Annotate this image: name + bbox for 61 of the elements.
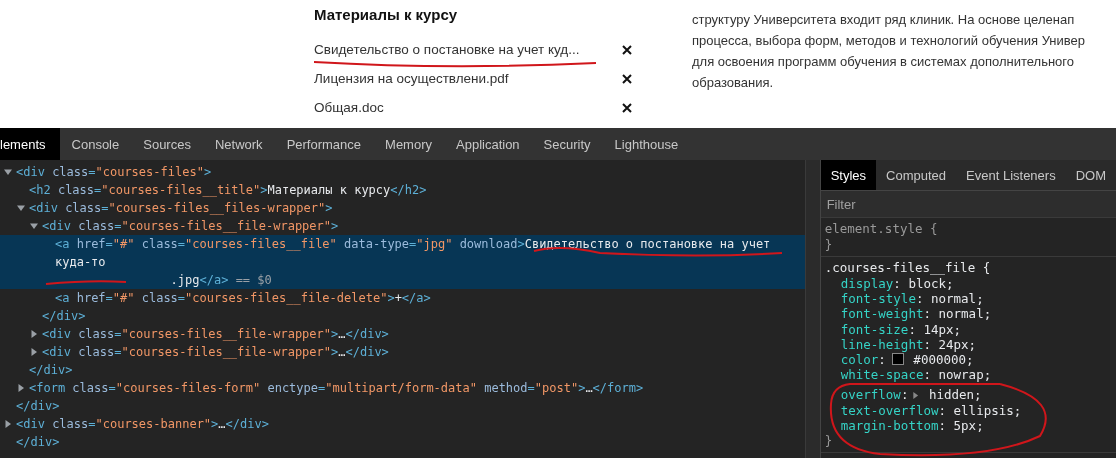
collapsed-triangle-icon[interactable] [4,420,12,428]
css-declaration[interactable]: overflow: hidden; [840,387,982,403]
dom-node[interactable]: <h2 class="courses-files__title">Материалы к курсу</h2> [29,181,427,199]
css-selector: element.style { [824,221,939,237]
expanded-triangle-icon[interactable] [4,168,12,176]
dom-node[interactable]: <div class="courses-files__file-wrapper">…</div> [42,325,389,343]
expanded-triangle-icon[interactable] [17,204,25,212]
paragraph-line: для освоения программ обучения в системах дополнительного [692,53,1076,71]
expand-triangle-icon[interactable] [912,392,920,400]
dom-node[interactable]: <form class="courses-files-form" enctype="multipart/form-data" method="post">…</form> [29,379,644,397]
css-declaration[interactable]: text-overflow: ellipsis; [840,402,1022,418]
dom-node[interactable]: <div class="courses-files__files-wrapper"> [29,199,333,217]
file-link[interactable]: Лицензия на осуществлени.pdf [314,71,622,86]
dom-node[interactable]: <div class="courses-banner">…</div> [16,415,269,433]
closing-tag: </div> [16,397,60,415]
styles-tab[interactable]: Event Listeners [956,160,1066,190]
closing-tag: </div> [29,361,73,379]
collapsed-triangle-icon[interactable] [30,348,38,356]
styles-tab[interactable]: DOM [1065,160,1116,190]
file-link[interactable]: Свидетельство о постановке на учет куд... [314,42,622,57]
paragraph-line: процесса, выбора форм, методов и технологий обучения Универ [692,32,1086,50]
dom-node[interactable]: <div class="courses-files"> [16,163,212,181]
devtools-tab[interactable]: Console [59,128,132,160]
css-declaration[interactable]: font-style: normal; [840,291,984,307]
css-selector: .courses-files__file { [824,260,992,276]
close-icon[interactable] [622,102,632,113]
collapsed-triangle-icon[interactable] [30,330,38,338]
closing-tag: </div> [42,307,86,325]
file-link[interactable]: Общая.doc [314,100,622,115]
devtools-tab[interactable]: Lighthouse [602,128,691,160]
devtools-tab[interactable]: Network [202,128,275,160]
styles-tab[interactable]: Styles [820,160,877,190]
devtools-tab[interactable]: Memory [373,128,444,160]
paragraph-line: образования. [692,74,775,92]
section-title: Материалы к курсу [314,6,459,23]
filter-field[interactable]: Filter [820,191,1116,218]
dom-node[interactable]: <div class="courses-files__file-wrapper"> [42,217,339,235]
close-icon[interactable] [622,44,632,55]
closing-tag: </div> [16,433,60,451]
devtools-tab[interactable]: Sources [131,128,203,160]
css-declaration[interactable]: color: #000000; [840,352,974,367]
devtools-tab[interactable]: Application [444,128,532,160]
css-declaration[interactable]: margin-bottom: 5px; [840,417,984,433]
close-icon[interactable] [622,73,632,84]
css-declaration[interactable]: font-size: 14px; [840,321,962,337]
css-declaration[interactable]: font-weight: normal; [840,306,992,322]
closing-brace: } [824,433,834,450]
devtools-tab[interactable]: Security [531,128,603,160]
css-declaration[interactable]: line-height: 24px; [840,336,977,352]
scrollbar[interactable] [804,160,820,458]
css-declaration[interactable]: display: block; [840,276,954,291]
styles-tab[interactable]: Computed [876,160,957,190]
css-declaration[interactable]: white-space: nowrap; [840,367,992,383]
dom-node[interactable]: <a href="#" class="courses-files__file-delete">+</a> [55,289,431,307]
collapsed-triangle-icon[interactable] [17,384,25,392]
paragraph-line: структуру Университета входит ряд клиник. На основе целенап [692,11,1076,29]
expanded-triangle-icon[interactable] [30,222,38,230]
devtools-tab[interactable]: Performance [274,128,374,160]
devtools-tab[interactable]: lements [0,128,60,160]
closing-brace: } [824,237,834,253]
dom-node[interactable]: <div class="courses-files__file-wrapper">…</div> [42,343,389,361]
